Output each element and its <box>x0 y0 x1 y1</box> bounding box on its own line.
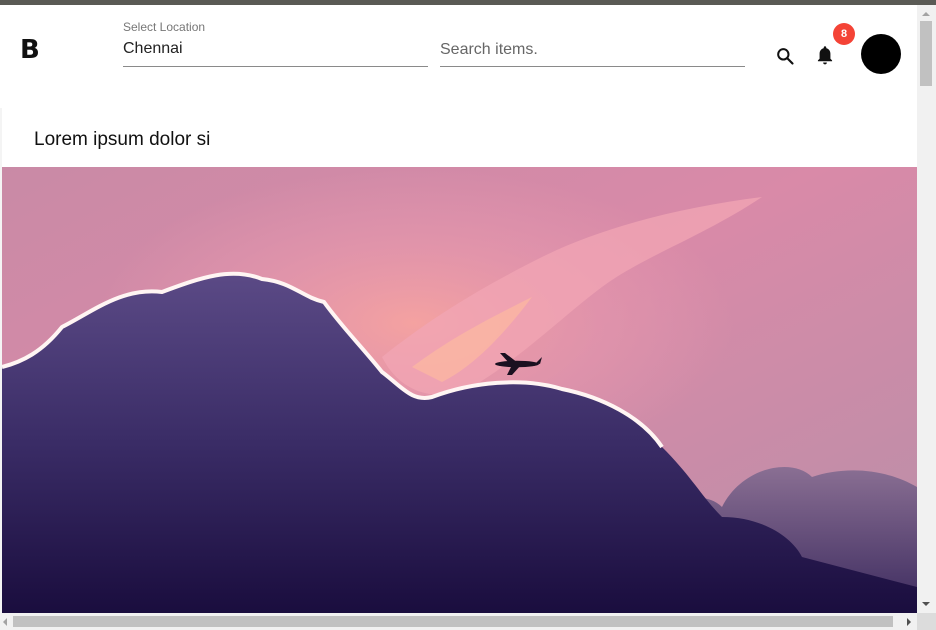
scroll-down-arrow-icon[interactable] <box>922 602 930 606</box>
horizontal-scroll-thumb[interactable] <box>13 616 893 627</box>
notifications-button[interactable] <box>812 41 838 69</box>
hero-image <box>2 167 917 613</box>
search-underline <box>440 66 745 67</box>
brand-logo[interactable]: B <box>20 35 40 65</box>
location-underline <box>123 66 428 67</box>
horizontal-scrollbar[interactable] <box>0 613 917 630</box>
app-header: B Select Location Chennai 8 <box>0 5 917 108</box>
scroll-right-arrow-icon[interactable] <box>907 618 911 626</box>
vertical-scroll-thumb[interactable] <box>920 21 932 86</box>
content-card: Lorem ipsum dolor si <box>2 108 917 613</box>
search-button[interactable] <box>772 43 798 69</box>
scroll-up-arrow-icon[interactable] <box>922 12 930 16</box>
scrollbar-corner <box>917 613 936 630</box>
search-icon <box>777 48 794 65</box>
location-label: Select Location <box>123 20 206 34</box>
card-title: Lorem ipsum dolor si <box>34 129 211 150</box>
bell-icon <box>817 46 833 65</box>
search-input[interactable] <box>440 39 745 61</box>
scroll-left-arrow-icon[interactable] <box>3 618 7 626</box>
location-value[interactable]: Chennai <box>123 40 183 58</box>
avatar[interactable] <box>861 34 901 74</box>
vertical-scrollbar[interactable] <box>917 5 936 613</box>
notification-badge: 8 <box>833 23 855 45</box>
